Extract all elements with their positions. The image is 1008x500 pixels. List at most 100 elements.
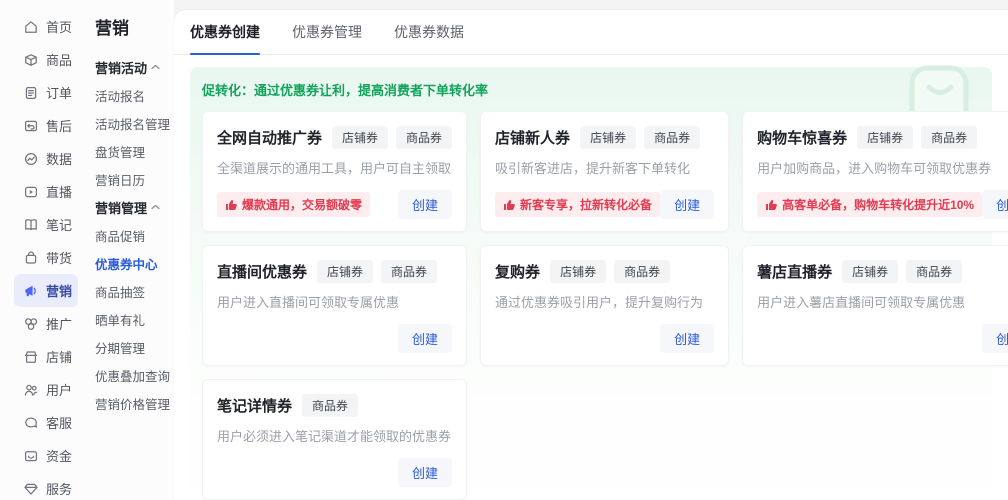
submenu-item[interactable]: 晒单有礼 bbox=[95, 305, 174, 333]
sidebar-item-services[interactable]: 服务 bbox=[14, 472, 78, 500]
coupon-type-tag: 商品券 bbox=[644, 126, 700, 149]
submenu-item[interactable]: 优惠券中心 bbox=[95, 249, 174, 277]
coupon-card-title: 薯店直播券 bbox=[757, 261, 832, 282]
create-coupon-button[interactable]: 创建 bbox=[982, 324, 1008, 353]
coupon-tabs: 优惠券创建优惠券管理优惠券数据 bbox=[174, 10, 1008, 55]
app-window: 首页 商品 订单 售后 数据 直播 笔记 带货 营销 推广 店铺 用户 客服 资… bbox=[0, 0, 1008, 500]
sidebar-item-orders[interactable]: 订单 bbox=[14, 76, 78, 109]
promo-banner-text: 促转化：通过优惠券让利，提高消费者下单转化率 bbox=[202, 80, 980, 99]
create-coupon-button[interactable]: 创建 bbox=[660, 190, 714, 219]
coupon-type-tag: 商品券 bbox=[906, 260, 962, 283]
submenu-group-marketing-management[interactable]: 营销管理 bbox=[95, 193, 174, 221]
create-coupon-button[interactable]: 创建 bbox=[660, 324, 714, 353]
sidebar-item-promotion[interactable]: 推广 bbox=[14, 307, 78, 340]
home-icon bbox=[23, 19, 39, 35]
sidebar-item-shop[interactable]: 店铺 bbox=[14, 340, 78, 373]
submenu-item[interactable]: 营销日历 bbox=[95, 165, 174, 193]
coupon-card: 店铺新人券 店铺券商品券 吸引新客进店，提升新客下单转化 新客专享，拉新转化必备… bbox=[480, 111, 729, 232]
submenu-item[interactable]: 营销价格管理 bbox=[95, 389, 174, 417]
submenu-group-marketing-activities[interactable]: 营销活动 bbox=[95, 53, 174, 81]
sidebar-item-selling[interactable]: 带货 bbox=[14, 241, 78, 274]
sidebar-item-data[interactable]: 数据 bbox=[14, 142, 78, 175]
coupon-card-description: 用户进入直播间可领取专属优惠 bbox=[217, 292, 452, 311]
coupon-card-badge: 爆款通用，交易额破零 bbox=[217, 192, 370, 217]
submenu-item[interactable]: 盘货管理 bbox=[95, 137, 174, 165]
sidebar-item-label: 售后 bbox=[46, 116, 72, 135]
coupon-type-tag: 店铺券 bbox=[580, 126, 636, 149]
aftersales-icon bbox=[23, 118, 39, 134]
marketing-submenu: 营销 营销活动 活动报名活动报名管理盘货管理营销日历 营销管理 商品促销优惠券中… bbox=[86, 0, 174, 500]
coupon-card-badge: 新客专享，拉新转化必备 bbox=[495, 192, 660, 217]
create-coupon-button[interactable]: 创建 bbox=[982, 190, 1008, 219]
sidebar-item-aftersales[interactable]: 售后 bbox=[14, 109, 78, 142]
coupon-card-description: 用户加购商品，进入购物车可领取优惠券 bbox=[757, 158, 1008, 177]
create-coupon-button[interactable]: 创建 bbox=[398, 458, 452, 487]
live-icon bbox=[23, 184, 39, 200]
coupon-card-title: 店铺新人券 bbox=[495, 127, 570, 148]
coupon-type-tag: 店铺券 bbox=[317, 260, 373, 283]
submenu-title: 营销 bbox=[95, 14, 174, 39]
coupon-card-description: 吸引新客进店，提升新客下单转化 bbox=[495, 158, 714, 177]
create-coupon-button[interactable]: 创建 bbox=[398, 324, 452, 353]
sidebar-item-live[interactable]: 直播 bbox=[14, 175, 78, 208]
coupon-type-tag: 商品券 bbox=[614, 260, 670, 283]
thumbs-up-icon bbox=[225, 199, 237, 211]
coupon-card-title: 直播间优惠券 bbox=[217, 261, 307, 282]
sidebar-item-notes[interactable]: 笔记 bbox=[14, 208, 78, 241]
sidebar-item-label: 带货 bbox=[46, 248, 72, 267]
coupon-type-tag: 店铺券 bbox=[842, 260, 898, 283]
submenu-item[interactable]: 活动报名 bbox=[95, 81, 174, 109]
coupon-type-tag: 店铺券 bbox=[550, 260, 606, 283]
coupon-card: 全网自动推广券 店铺券商品券 全渠道展示的通用工具，用户可自主领取 爆款通用，交… bbox=[202, 111, 467, 232]
coupon-card-description: 全渠道展示的通用工具，用户可自主领取 bbox=[217, 158, 452, 177]
sidebar-item-support[interactable]: 客服 bbox=[14, 406, 78, 439]
tab-coupon-data[interactable]: 优惠券数据 bbox=[394, 10, 464, 54]
coupon-type-tag: 商品券 bbox=[921, 126, 977, 149]
coupon-card: 薯店直播券 店铺券商品券 用户进入薯店直播间可领取专属优惠 创建 bbox=[742, 245, 1008, 366]
coupon-card-grid: 全网自动推广券 店铺券商品券 全渠道展示的通用工具，用户可自主领取 爆款通用，交… bbox=[202, 111, 980, 500]
thumbs-up-icon bbox=[765, 199, 777, 211]
tab-coupon-create[interactable]: 优惠券创建 bbox=[190, 10, 260, 54]
submenu-item[interactable]: 商品抽签 bbox=[95, 277, 174, 305]
coupon-card-description: 通过优惠券吸引用户，提升复购行为 bbox=[495, 292, 714, 311]
coupon-card-description: 用户进入薯店直播间可领取专属优惠 bbox=[757, 292, 1008, 311]
coupon-card-description: 用户必须进入笔记渠道才能领取的优惠券 bbox=[217, 426, 452, 445]
main-area: 优惠券创建优惠券管理优惠券数据 促转化：通过优惠券让利，提高消费者下单转化率 全… bbox=[174, 0, 1008, 500]
content-panel: 优惠券创建优惠券管理优惠券数据 促转化：通过优惠券让利，提高消费者下单转化率 全… bbox=[174, 10, 1008, 500]
coupon-type-tag: 店铺券 bbox=[332, 126, 388, 149]
users-icon bbox=[23, 382, 39, 398]
sidebar-item-label: 数据 bbox=[46, 149, 72, 168]
selling-icon bbox=[23, 250, 39, 266]
sidebar-item-label: 用户 bbox=[46, 380, 72, 399]
coupon-type-tag: 商品券 bbox=[396, 126, 452, 149]
coupon-type-tag: 商品券 bbox=[302, 394, 358, 417]
create-coupon-button[interactable]: 创建 bbox=[398, 190, 452, 219]
wallet-icon bbox=[23, 448, 39, 464]
submenu-item[interactable]: 商品促销 bbox=[95, 221, 174, 249]
submenu-item[interactable]: 分期管理 bbox=[95, 333, 174, 361]
sidebar-item-label: 资金 bbox=[46, 446, 72, 465]
data-icon bbox=[23, 151, 39, 167]
sidebar-item-label: 店铺 bbox=[46, 347, 72, 366]
submenu-item[interactable]: 优惠叠加查询 bbox=[95, 361, 174, 389]
primary-sidebar: 首页 商品 订单 售后 数据 直播 笔记 带货 营销 推广 店铺 用户 客服 资… bbox=[0, 0, 86, 500]
sidebar-item-label: 订单 bbox=[46, 83, 72, 102]
megaphone-icon bbox=[23, 283, 39, 299]
sidebar-item-label: 服务 bbox=[46, 479, 72, 498]
chevron-up-icon bbox=[151, 204, 160, 210]
sidebar-item-label: 笔记 bbox=[46, 215, 72, 234]
submenu-item[interactable]: 活动报名管理 bbox=[95, 109, 174, 137]
notes-icon bbox=[23, 217, 39, 233]
tab-coupon-manage[interactable]: 优惠券管理 bbox=[292, 10, 362, 54]
goods-icon bbox=[23, 52, 39, 68]
sidebar-item-home[interactable]: 首页 bbox=[14, 10, 78, 43]
coupon-card: 直播间优惠券 店铺券商品券 用户进入直播间可领取专属优惠 创建 bbox=[202, 245, 467, 366]
coupon-card-title: 购物车惊喜券 bbox=[757, 127, 847, 148]
sidebar-item-funds[interactable]: 资金 bbox=[14, 439, 78, 472]
orders-icon bbox=[23, 85, 39, 101]
sidebar-item-goods[interactable]: 商品 bbox=[14, 43, 78, 76]
sidebar-item-marketing[interactable]: 营销 bbox=[14, 274, 78, 307]
sidebar-item-label: 商品 bbox=[46, 50, 72, 69]
sidebar-item-users[interactable]: 用户 bbox=[14, 373, 78, 406]
coupon-card: 复购券 店铺券商品券 通过优惠券吸引用户，提升复购行为 创建 bbox=[480, 245, 729, 366]
